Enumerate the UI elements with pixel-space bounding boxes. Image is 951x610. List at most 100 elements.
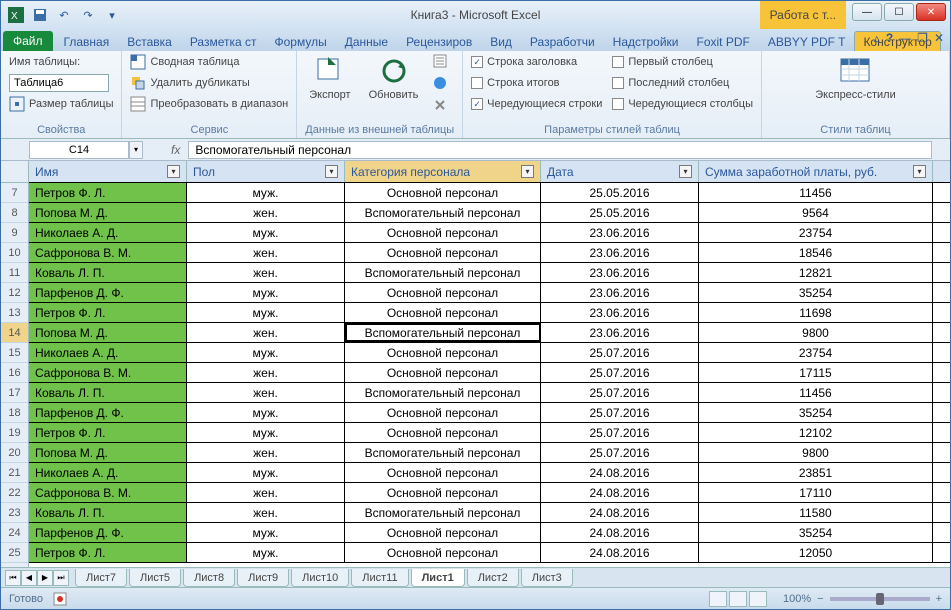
file-tab[interactable]: Файл xyxy=(3,31,53,51)
cell[interactable]: 12050 xyxy=(699,543,933,562)
row-header[interactable]: 17 xyxy=(1,383,28,403)
row-header[interactable]: 13 xyxy=(1,303,28,323)
cell[interactable]: Вспомогательный персонал xyxy=(345,203,541,222)
cell[interactable]: Попова М. Д. xyxy=(29,443,187,462)
zoom-out-icon[interactable]: − xyxy=(817,593,823,605)
banded-rows-check[interactable]: ✓Чередующиеся строки xyxy=(471,95,602,113)
column-header[interactable]: Сумма заработной платы, руб.▾ xyxy=(699,161,933,182)
ribbon-tab[interactable]: Данные xyxy=(336,31,397,51)
cell[interactable]: 24.08.2016 xyxy=(541,483,699,502)
cell[interactable]: Основной персонал xyxy=(345,403,541,422)
cell[interactable]: Вспомогательный персонал xyxy=(345,383,541,402)
select-all-corner[interactable] xyxy=(1,161,28,183)
ribbon-tab[interactable]: Разработчи xyxy=(521,31,604,51)
cell[interactable]: 24.08.2016 xyxy=(541,523,699,542)
cell[interactable]: муж. xyxy=(187,223,345,242)
column-header[interactable]: Имя▾ xyxy=(29,161,187,182)
cell[interactable]: Вспомогательный персонал xyxy=(345,323,541,342)
cell[interactable]: 23.06.2016 xyxy=(541,283,699,302)
cell[interactable]: 25.07.2016 xyxy=(541,383,699,402)
cell[interactable]: Вспомогательный персонал xyxy=(345,503,541,522)
cell[interactable]: 9800 xyxy=(699,323,933,342)
row-header[interactable]: 23 xyxy=(1,503,28,523)
workbook-close-icon[interactable]: ✕ xyxy=(934,31,944,45)
cell[interactable]: Вспомогательный персонал xyxy=(345,263,541,282)
cell[interactable]: Петров Ф. Л. xyxy=(29,543,187,562)
column-header[interactable]: Пол▾ xyxy=(187,161,345,182)
ribbon-tab[interactable]: Вставка xyxy=(118,31,181,51)
cell[interactable]: 23754 xyxy=(699,223,933,242)
zoom-slider[interactable] xyxy=(830,597,930,601)
filter-dropdown-icon[interactable]: ▾ xyxy=(325,165,338,178)
cell[interactable]: муж. xyxy=(187,283,345,302)
cell[interactable]: Николаев А. Д. xyxy=(29,343,187,362)
view-layout-icon[interactable] xyxy=(729,591,747,607)
cell[interactable]: Парфенов Д. Ф. xyxy=(29,283,187,302)
cell[interactable]: 25.07.2016 xyxy=(541,363,699,382)
sheet-tab[interactable]: Лист10 xyxy=(291,569,349,587)
last-col-check[interactable]: Последний столбец xyxy=(612,74,753,92)
sheet-tab[interactable]: Лист7 xyxy=(75,569,127,587)
undo-icon[interactable]: ↶ xyxy=(53,4,75,26)
cell[interactable]: 25.07.2016 xyxy=(541,423,699,442)
nav-last-icon[interactable]: ⏭ xyxy=(53,570,69,586)
formula-bar[interactable]: Вспомогательный персонал xyxy=(188,141,932,159)
excel-icon[interactable]: X xyxy=(5,4,27,26)
cell[interactable]: жен. xyxy=(187,323,345,342)
cell[interactable]: жен. xyxy=(187,263,345,282)
resize-table-button[interactable]: Размер таблицы xyxy=(9,95,113,113)
cell[interactable]: Основной персонал xyxy=(345,543,541,562)
cell[interactable]: Основной персонал xyxy=(345,423,541,442)
ribbon-tab[interactable]: ABBYY PDF T xyxy=(759,31,855,51)
convert-range-button[interactable]: Преобразовать в диапазон xyxy=(130,95,288,113)
cell[interactable]: муж. xyxy=(187,183,345,202)
cell[interactable]: 11456 xyxy=(699,383,933,402)
cell[interactable]: 11456 xyxy=(699,183,933,202)
ribbon-tab[interactable]: Формулы xyxy=(266,31,336,51)
row-header[interactable]: 7 xyxy=(1,183,28,203)
redo-icon[interactable]: ↷ xyxy=(77,4,99,26)
total-row-check[interactable]: Строка итогов xyxy=(471,74,602,92)
cell[interactable]: Основной персонал xyxy=(345,243,541,262)
cell[interactable]: 24.08.2016 xyxy=(541,463,699,482)
nav-next-icon[interactable]: ▶ xyxy=(37,570,53,586)
row-header[interactable]: 18 xyxy=(1,403,28,423)
filter-dropdown-icon[interactable]: ▾ xyxy=(167,165,180,178)
row-header[interactable]: 14 xyxy=(1,323,28,343)
cell[interactable]: 35254 xyxy=(699,523,933,542)
express-styles-button[interactable]: Экспресс-стили xyxy=(811,53,899,103)
close-button[interactable]: ✕ xyxy=(916,3,946,21)
cell[interactable]: Петров Ф. Л. xyxy=(29,183,187,202)
minimize-button[interactable]: — xyxy=(852,3,882,21)
row-header[interactable]: 24 xyxy=(1,523,28,543)
remove-duplicates-button[interactable]: Удалить дубликаты xyxy=(130,74,288,92)
cell[interactable]: 17110 xyxy=(699,483,933,502)
cell[interactable]: 25.07.2016 xyxy=(541,403,699,422)
save-icon[interactable] xyxy=(29,4,51,26)
cell[interactable]: муж. xyxy=(187,403,345,422)
filter-dropdown-icon[interactable]: ▾ xyxy=(679,165,692,178)
column-header[interactable]: Категория персонала▾ xyxy=(345,161,541,182)
row-header[interactable]: 11 xyxy=(1,263,28,283)
minimize-ribbon-icon[interactable]: ▵ xyxy=(874,31,880,45)
ribbon-tab[interactable]: Вид xyxy=(481,31,521,51)
cell[interactable]: жен. xyxy=(187,363,345,382)
help-icon[interactable]: ? xyxy=(886,31,893,45)
cell[interactable]: 23.06.2016 xyxy=(541,263,699,282)
cell[interactable]: жен. xyxy=(187,503,345,522)
zoom-thumb[interactable] xyxy=(876,593,884,605)
banded-cols-check[interactable]: Чередующиеся столбцы xyxy=(612,95,753,113)
workbook-minimize-icon[interactable]: — xyxy=(899,31,911,45)
refresh-button[interactable]: Обновить xyxy=(365,53,423,103)
cell[interactable]: жен. xyxy=(187,483,345,502)
sheet-tab[interactable]: Лист8 xyxy=(183,569,235,587)
cell[interactable]: муж. xyxy=(187,343,345,362)
cell[interactable]: Сафронова В. М. xyxy=(29,483,187,502)
cell[interactable]: Основной персонал xyxy=(345,463,541,482)
cell[interactable]: 24.08.2016 xyxy=(541,503,699,522)
cell[interactable]: Основной персонал xyxy=(345,303,541,322)
cell[interactable]: 9564 xyxy=(699,203,933,222)
cell[interactable]: Парфенов Д. Ф. xyxy=(29,523,187,542)
cell[interactable]: муж. xyxy=(187,523,345,542)
cell[interactable]: 23.06.2016 xyxy=(541,243,699,262)
